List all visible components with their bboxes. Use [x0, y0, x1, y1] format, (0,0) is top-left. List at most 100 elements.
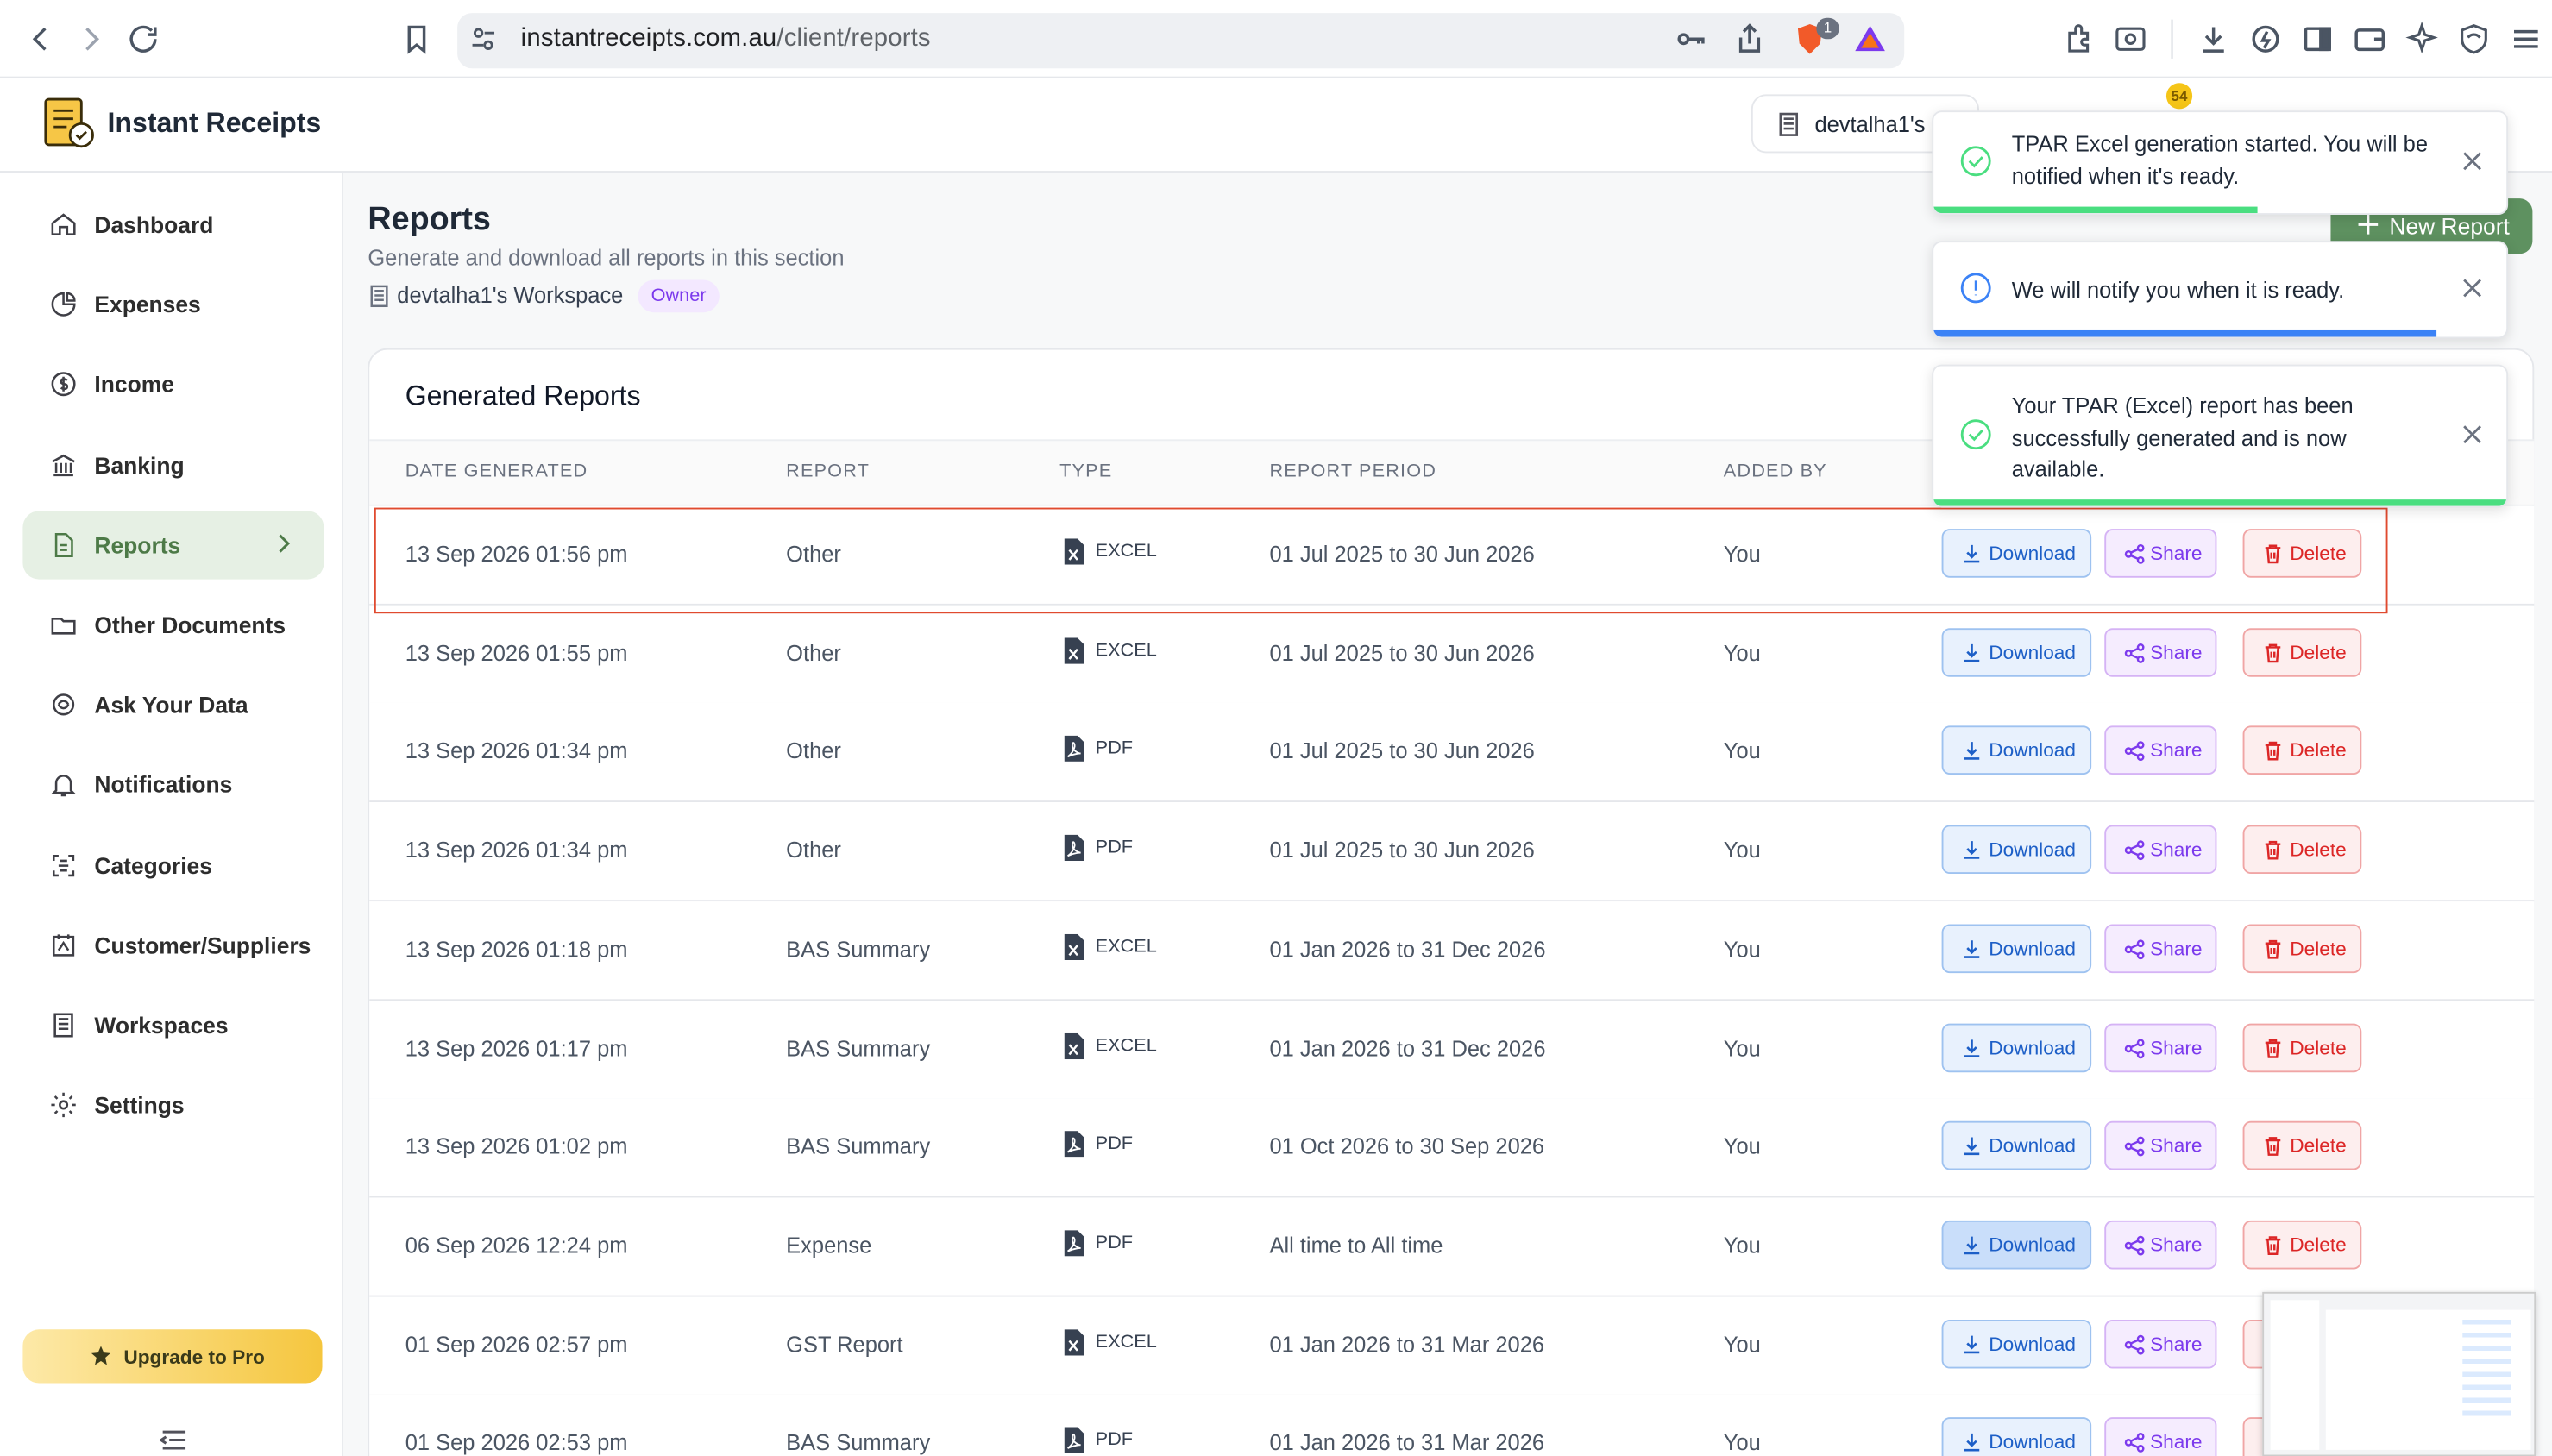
extensions-icon[interactable]	[2062, 22, 2098, 58]
sidebar-item-label: Notifications	[94, 771, 233, 799]
download-button[interactable]: Download	[1941, 1022, 2092, 1072]
share-button[interactable]: Share	[2104, 1121, 2217, 1170]
sidebar-toggle-icon[interactable]	[2300, 22, 2336, 58]
cell-date: 13 Sep 2026 01:18 pm	[405, 937, 628, 962]
download-button[interactable]: Download	[1941, 529, 2092, 578]
sidebar-item-label: Ask Your Data	[94, 692, 248, 719]
download-button[interactable]: Download	[1941, 726, 2092, 775]
share-button[interactable]: Share	[2104, 529, 2217, 578]
column-header-type[interactable]: TYPE	[1059, 462, 1112, 482]
download-button[interactable]: Download	[1941, 825, 2092, 875]
delete-button[interactable]: Delete	[2242, 529, 2362, 578]
sidebar-item-label: Income	[94, 371, 174, 399]
cell-type: EXCEL	[1095, 937, 1157, 957]
pdf-file-icon	[1063, 1428, 1085, 1454]
downloads-icon[interactable]	[2196, 22, 2232, 58]
share-button[interactable]: Share	[2104, 1417, 2217, 1456]
table-row: 13 Sep 2026 01:02 pm BAS Summary PDF 01 Oct…	[369, 1098, 2535, 1198]
bookmark-icon[interactable]	[399, 22, 435, 58]
collapse-sidebar-icon[interactable]	[159, 1428, 189, 1451]
leo-ai-icon[interactable]	[2404, 21, 2440, 58]
forward-icon[interactable]	[73, 22, 110, 58]
close-icon[interactable]	[2461, 277, 2483, 299]
vpn-icon[interactable]	[2456, 22, 2492, 58]
delete-button[interactable]: Delete	[2242, 924, 2362, 973]
screenshot-icon[interactable]	[2113, 22, 2149, 58]
sidebar-item-workspaces[interactable]: Workspaces	[22, 991, 324, 1059]
share-button[interactable]: Share	[2104, 1319, 2217, 1368]
sidebar-item-notifications[interactable]: Notifications	[22, 750, 324, 819]
sidebar-item-reports[interactable]: Reports	[22, 510, 324, 580]
share-button[interactable]: Share	[2104, 825, 2217, 875]
delete-button[interactable]: Delete	[2242, 1121, 2362, 1170]
column-header-period[interactable]: REPORT PERIOD	[1269, 462, 1436, 482]
share-page-icon[interactable]	[1732, 22, 1768, 58]
screen: instantreceipts.com.au/client/reports 1 …	[0, 0, 2552, 1456]
download-button[interactable]: Download	[1941, 1220, 2092, 1270]
toast-message: Your TPAR (Excel) report has been succes…	[2011, 393, 2354, 482]
delete-label: Delete	[2290, 838, 2347, 862]
sidebar-item-income[interactable]: Income	[22, 350, 324, 418]
brave-rewards-icon[interactable]	[1852, 22, 1889, 58]
share-label: Share	[2150, 838, 2203, 862]
share-button[interactable]: Share	[2104, 1022, 2217, 1072]
site-settings-icon[interactable]	[468, 24, 498, 53]
receipt-logo-icon[interactable]	[41, 96, 96, 151]
close-icon[interactable]	[2461, 150, 2483, 173]
download-button[interactable]: Download	[1941, 1121, 2092, 1170]
reload-icon[interactable]	[125, 22, 161, 58]
key-icon[interactable]	[1673, 22, 1709, 58]
sidebar-item-label: Banking	[94, 451, 185, 478]
sidebar-item-expenses[interactable]: Expenses	[22, 271, 324, 339]
toolbar-divider	[2171, 19, 2173, 59]
screen-preview-thumbnail[interactable]	[2262, 1291, 2536, 1456]
cell-type: EXCEL	[1095, 1035, 1157, 1056]
back-icon[interactable]	[22, 22, 59, 58]
share-button[interactable]: Share	[2104, 1220, 2217, 1270]
app-name[interactable]: Instant Receipts	[108, 108, 322, 141]
sidebar-item-settings[interactable]: Settings	[22, 1071, 324, 1139]
table-row: 01 Sep 2026 02:53 pm BAS Summary PDF 01 Jan…	[369, 1395, 2535, 1456]
cell-date: 13 Sep 2026 01:56 pm	[405, 542, 628, 567]
cell-period: 01 Jan 2026 to 31 Dec 2026	[1269, 1035, 1546, 1061]
speedreader-icon[interactable]	[2247, 22, 2284, 58]
contact-icon	[49, 931, 79, 960]
folder-icon	[49, 610, 79, 639]
sidebar-item-ask-your-data[interactable]: Ask Your Data	[22, 671, 324, 739]
download-button[interactable]: Download	[1941, 627, 2092, 677]
plus-icon	[2357, 213, 2379, 235]
sidebar-item-other-documents[interactable]: Other Documents	[22, 591, 324, 659]
cell-date: 01 Sep 2026 02:53 pm	[405, 1430, 628, 1456]
trash-icon	[2262, 1038, 2284, 1059]
workspace-icon	[49, 1011, 79, 1040]
delete-button[interactable]: Delete	[2242, 825, 2362, 875]
column-header-date[interactable]: DATE GENERATED	[405, 462, 588, 482]
sidebar-item-banking[interactable]: Banking	[22, 430, 324, 499]
share-button[interactable]: Share	[2104, 627, 2217, 677]
home-icon	[49, 210, 79, 239]
download-label: Download	[1989, 838, 2076, 862]
trash-icon	[2262, 741, 2284, 763]
delete-button[interactable]: Delete	[2242, 726, 2362, 775]
cell-report: BAS Summary	[786, 1430, 931, 1456]
delete-button[interactable]: Delete	[2242, 1220, 2362, 1270]
delete-button[interactable]: Delete	[2242, 1022, 2362, 1072]
sidebar-item-customer-suppliers[interactable]: Customer/Suppliers	[22, 911, 324, 979]
url-text[interactable]: instantreceipts.com.au/client/reports	[521, 24, 931, 53]
delete-label: Delete	[2290, 739, 2347, 763]
column-header-report[interactable]: REPORT	[786, 462, 870, 482]
sidebar-item-categories[interactable]: Categories	[22, 831, 324, 899]
download-button[interactable]: Download	[1941, 1417, 2092, 1456]
menu-icon[interactable]	[2508, 22, 2544, 58]
upgrade-button[interactable]: Upgrade to Pro	[22, 1329, 323, 1384]
delete-button[interactable]: Delete	[2242, 627, 2362, 677]
download-button[interactable]: Download	[1941, 924, 2092, 973]
wallet-icon[interactable]	[2352, 22, 2388, 58]
share-button[interactable]: Share	[2104, 924, 2217, 973]
download-button[interactable]: Download	[1941, 1319, 2092, 1368]
column-header-added-by[interactable]: ADDED BY	[1724, 462, 1827, 482]
close-icon[interactable]	[2461, 423, 2483, 445]
sidebar-item-dashboard[interactable]: Dashboard	[22, 191, 324, 259]
share-button[interactable]: Share	[2104, 726, 2217, 775]
cell-period: 01 Jul 2025 to 30 Jun 2026	[1269, 542, 1535, 567]
